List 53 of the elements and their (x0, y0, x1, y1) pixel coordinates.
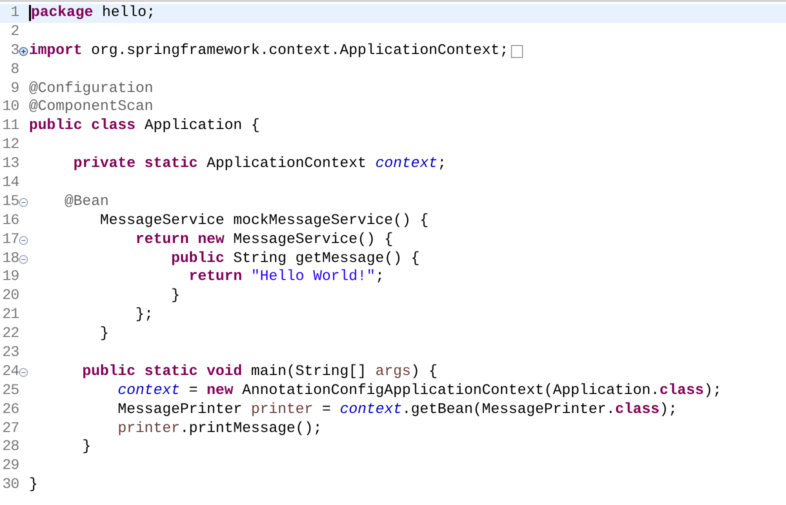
line-number: 27 (1, 420, 19, 438)
line-number: 12 (1, 136, 19, 156)
code-line: printer.printMessage(); (116, 420, 322, 438)
code-line: private static ApplicationContext context; (72, 155, 446, 174)
line-number: 25 (1, 382, 19, 401)
folded-code-icon[interactable] (510, 44, 523, 58)
line-number: 13 (1, 155, 19, 174)
line-number: 19 (1, 268, 19, 288)
line-number: 18 (1, 250, 19, 268)
line-number: 20 (1, 287, 19, 306)
line-number: 17 (1, 230, 19, 250)
line-number: 16 (1, 212, 19, 231)
line-number: 14 (1, 174, 19, 193)
code-line: public class Application { (29, 117, 260, 136)
line-number: 3 (10, 42, 19, 61)
code-line: MessageService mockMessageService() { (99, 212, 429, 231)
collapse-icon[interactable] (19, 236, 28, 245)
code-line: } (81, 438, 92, 458)
line-number: 26 (1, 400, 19, 420)
line-number: 8 (10, 60, 19, 80)
line-number: 10 (1, 98, 19, 118)
line-number: 24 (1, 362, 19, 382)
code-line: import org.springframework.context.ApplicationContext; (29, 42, 509, 61)
line-number: 2 (10, 22, 19, 42)
line-number: 1 (10, 4, 19, 23)
code-line: } (29, 476, 38, 496)
code-line: } (170, 287, 180, 306)
code-line: MessagePrinter printer = context.getBean(MessagePrinter.class); (116, 400, 678, 420)
code-line: package hello; (31, 4, 156, 23)
collapse-icon[interactable] (19, 198, 28, 207)
code-line: public static void main(String[] args) { (81, 362, 438, 382)
code-line: return "Hello World!"; (188, 268, 384, 288)
code-line: } (99, 325, 109, 344)
line-number: 23 (1, 344, 19, 363)
line-number: 30 (1, 476, 19, 496)
collapse-icon[interactable] (19, 368, 28, 377)
line-number: 15 (1, 192, 19, 212)
line-number: 22 (1, 325, 19, 344)
code-line: public String getMessage() { (170, 250, 420, 268)
line-number: 21 (1, 306, 19, 326)
code-line: return new MessageService() { (134, 230, 394, 250)
collapse-icon[interactable] (19, 254, 28, 264)
line-number: 9 (10, 80, 19, 98)
line-number: 29 (1, 457, 19, 476)
line-number: 28 (1, 438, 19, 458)
text-cursor (29, 5, 31, 22)
line-number: 11 (1, 117, 19, 136)
code-line: }; (134, 306, 154, 326)
expand-icon[interactable] (19, 46, 28, 56)
code-line: context = new AnnotationConfigApplicationContext(Application.class); (116, 382, 722, 401)
code-line: @ComponentScan (29, 98, 154, 118)
code-line: @Configuration (29, 80, 154, 98)
code-line: @Bean (64, 192, 109, 212)
